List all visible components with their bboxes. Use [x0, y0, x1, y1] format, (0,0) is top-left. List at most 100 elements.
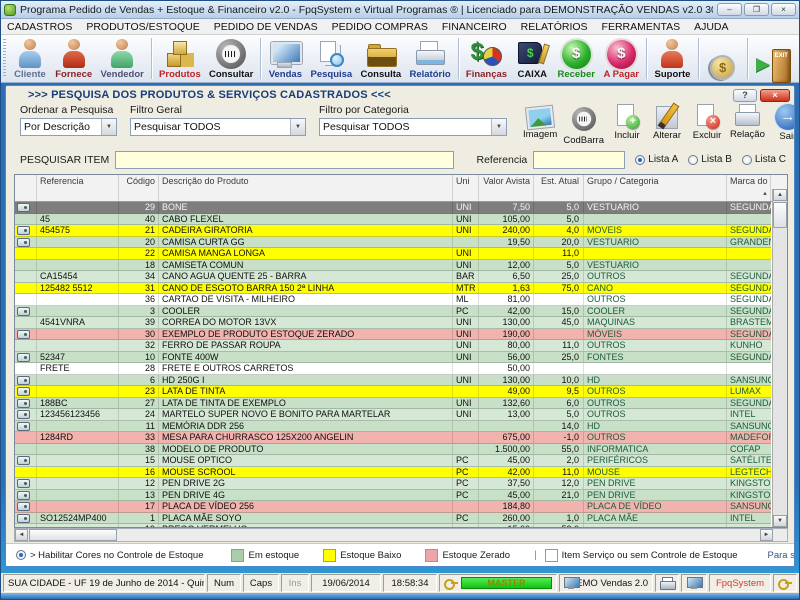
chevron-down-icon[interactable]: ▼ — [101, 119, 116, 135]
table-row[interactable]: 16MOUSE SCROOLPC42,0011,0MOUSELEGTECH — [15, 467, 771, 479]
menu-pedido-compras[interactable]: PEDIDO COMPRAS — [332, 21, 428, 33]
alterar-button[interactable]: Alterar — [647, 104, 687, 141]
table-row[interactable]: 18CAMISETA COMUNUNI12,005,0VESTUARIO — [15, 260, 771, 272]
toolbar-cliente-button[interactable]: Cliente — [9, 36, 51, 81]
table-row[interactable]: 4541VNRA39CORREA DO MOTOR 13VXUNI130,004… — [15, 317, 771, 329]
table-row[interactable]: 36CARTAO DE VISITA - MILHEIROML81,00OUTR… — [15, 294, 771, 306]
table-row[interactable]: 32FERRO DE PASSAR ROUPAUNI80,0011,0OUTRO… — [15, 340, 771, 352]
network-icon[interactable] — [687, 577, 702, 589]
menu-pedido-de-vendas[interactable]: PEDIDO DE VENDAS — [214, 21, 318, 33]
close-button[interactable]: × — [771, 3, 796, 16]
toolbar-fornece-button[interactable]: Fornece — [51, 36, 96, 81]
column-header-1[interactable]: Referencia — [37, 175, 119, 201]
table-row[interactable]: 125482 551231CANO DE ESGOTO BARRA 150 2ª… — [15, 283, 771, 295]
printer-icon[interactable] — [660, 577, 674, 589]
reference-input[interactable] — [533, 151, 625, 169]
relacao-button[interactable]: Relação — [727, 104, 768, 140]
category-filter-select[interactable]: Pesquisar TODOS▼ — [319, 118, 507, 136]
table-row[interactable]: 23LATA DE TINTA49,009,5OUTROSLUMAX — [15, 386, 771, 398]
scroll-left-icon[interactable]: ◄ — [15, 529, 28, 541]
vscroll-thumb[interactable] — [773, 202, 787, 228]
maximize-button[interactable]: ❐ — [744, 3, 769, 16]
toolbar-vendedor-button[interactable]: Vendedor — [96, 36, 148, 81]
radio-icon[interactable] — [742, 155, 752, 165]
table-row[interactable]: 4540CABO FLEXELUNI105,005,0 — [15, 214, 771, 226]
toolbar-produtos-button[interactable]: Produtos — [155, 36, 205, 81]
table-row[interactable]: 188BC27LATA DE TINTA DE EXEMPLOUNI132,60… — [15, 398, 771, 410]
table-row[interactable]: 45457521CADEIRA GIRATORIAUNI240,004,0MOV… — [15, 225, 771, 237]
column-header-4[interactable]: Uni — [453, 175, 479, 201]
column-header-7[interactable]: Grupo / Categoria — [584, 175, 727, 201]
panel-close-button[interactable]: × — [760, 89, 790, 102]
codbarra-button[interactable]: CodBarra — [560, 104, 607, 146]
scroll-right-icon[interactable]: ► — [760, 529, 773, 541]
table-row[interactable]: 15MOUSE OPTICOPC45,002,0PERIFÉRICOSSATÉL… — [15, 455, 771, 467]
table-row[interactable]: 5234710FONTE 400WUNI56,0025,0FONTESSEGUN… — [15, 352, 771, 364]
table-row[interactable]: 30EXEMPLO DE PRODUTO ESTOQUE ZERADOUNI19… — [15, 329, 771, 341]
table-row[interactable]: CA1545434CANO AGUA QUENTE 25 - BARRABAR6… — [15, 271, 771, 283]
table-row[interactable]: FRETE28FRETE E OUTROS CARRETOS50,00 — [15, 363, 771, 375]
table-row[interactable]: 11MEMÓRIA DDR 25614,0HDSANSUNG — [15, 421, 771, 433]
chevron-down-icon[interactable]: ▼ — [290, 119, 305, 135]
menu-ajuda[interactable]: AJUDA — [694, 21, 728, 33]
column-header-2[interactable]: Código — [119, 175, 159, 201]
minimize-button[interactable]: – — [717, 3, 742, 16]
radio-lista-b[interactable]: Lista B — [688, 154, 732, 165]
search-input[interactable] — [115, 151, 454, 169]
horizontal-scrollbar[interactable]: ◄ ► — [14, 528, 788, 542]
table-row[interactable]: 1284RD33MESA PARA CHURRASCO 125X200 ANGE… — [15, 432, 771, 444]
toolbar-a-pagar-button[interactable]: A Pagar — [599, 36, 643, 81]
column-header-5[interactable]: Valor Avista — [479, 175, 534, 201]
panel-help-button[interactable]: ? — [733, 89, 757, 102]
toolbar-moeda-button[interactable] — [702, 36, 744, 81]
table-row[interactable]: SO12524MP4001PLACA MÃE SOYOPC260,001,0PL… — [15, 513, 771, 525]
table-row[interactable]: 3COOLERPC42,0015,0COOLERSEGUNDA L — [15, 306, 771, 318]
radio-icon[interactable] — [688, 155, 698, 165]
sair-button[interactable]: Sair — [768, 104, 795, 142]
toolbar-relatorio-button[interactable]: Relatório — [405, 36, 454, 81]
toolbar-sair-sistema-button[interactable] — [751, 36, 797, 81]
column-header-3[interactable]: Descrição do Produto — [159, 175, 453, 201]
menu-financeiro[interactable]: FINANCEIRO — [442, 21, 507, 33]
toolbar-caixa-button[interactable]: CAIXA — [511, 36, 553, 81]
table-row[interactable]: 38MODELO DE PRODUTO1.500,0055,0INFORMATI… — [15, 444, 771, 456]
column-header-6[interactable]: Est. Atual — [534, 175, 584, 201]
toolbar-pesquisa-button[interactable]: Pesquisa — [306, 36, 356, 81]
toolbar-suporte-button[interactable]: Suporte — [650, 36, 694, 81]
menu-cadastros[interactable]: CADASTROS — [7, 21, 72, 33]
toolbar-consultar-button[interactable]: Consultar — [205, 36, 258, 81]
radio-lista-c[interactable]: Lista C — [742, 154, 786, 165]
table-row[interactable]: 19PREGO VERMELHO15,0052,0 — [15, 524, 771, 527]
enable-colors-radio[interactable] — [16, 550, 26, 560]
table-row[interactable]: 13PEN DRIVE 4GPC45,0021,0PEN DRIVEKINGST… — [15, 490, 771, 502]
menu-ferramentas[interactable]: FERRAMENTAS — [602, 21, 681, 33]
radio-icon[interactable] — [635, 155, 645, 165]
incluir-button[interactable]: Incluir — [607, 104, 647, 141]
table-row[interactable]: 29BONEUNI7,505,0VESTUARIOSEGUNDA L — [15, 202, 771, 214]
toolbar-consulta-button[interactable]: Consulta — [356, 36, 405, 81]
general-filter-select[interactable]: Pesquisar TODOS▼ — [130, 118, 306, 136]
table-row[interactable]: 17PLACA DE VÍDEO 256184,80PLACA DE VÍDEO… — [15, 501, 771, 513]
sort-select[interactable]: Por Descrição▼ — [20, 118, 117, 136]
imagem-icon — [526, 106, 554, 130]
menu-relat-rios[interactable]: RELATÓRIOS — [521, 21, 588, 33]
toolbar-vendas-button[interactable]: Vendas — [264, 36, 306, 81]
radio-lista-a[interactable]: Lista A — [635, 154, 678, 165]
scroll-up-icon[interactable]: ▲ — [773, 189, 787, 201]
vertical-scrollbar[interactable]: ▲ ▼ — [772, 189, 787, 527]
column-header-8[interactable]: Marca do Pr▲ — [727, 175, 771, 201]
menu-produtos-estoque[interactable]: PRODUTOS/ESTOQUE — [86, 21, 199, 33]
excluir-button[interactable]: Excluir — [687, 104, 727, 141]
table-row[interactable]: 20CAMISA CURTA GG19,5020,0VESTUARIOGRAND… — [15, 237, 771, 249]
hscroll-thumb[interactable] — [29, 529, 117, 541]
table-row[interactable]: 6HD 250G IUNI130,0010,0HDSANSUNG — [15, 375, 771, 387]
table-row[interactable]: 12PEN DRIVE 2GPC37,5012,0PEN DRIVEKINGST… — [15, 478, 771, 490]
chevron-down-icon[interactable]: ▼ — [491, 119, 506, 135]
scroll-down-icon[interactable]: ▼ — [773, 515, 787, 527]
cell-grp: OUTROS — [584, 386, 727, 397]
toolbar-receber-button[interactable]: Receber — [553, 36, 599, 81]
table-row[interactable]: 22CAMISA MANGA LONGAUNI11,0 — [15, 248, 771, 260]
toolbar-financas-button[interactable]: Finanças — [462, 36, 511, 81]
table-row[interactable]: 12345612345624MARTELO SUPER NOVO E BONIT… — [15, 409, 771, 421]
imagem-button[interactable]: Imagem — [520, 104, 560, 140]
